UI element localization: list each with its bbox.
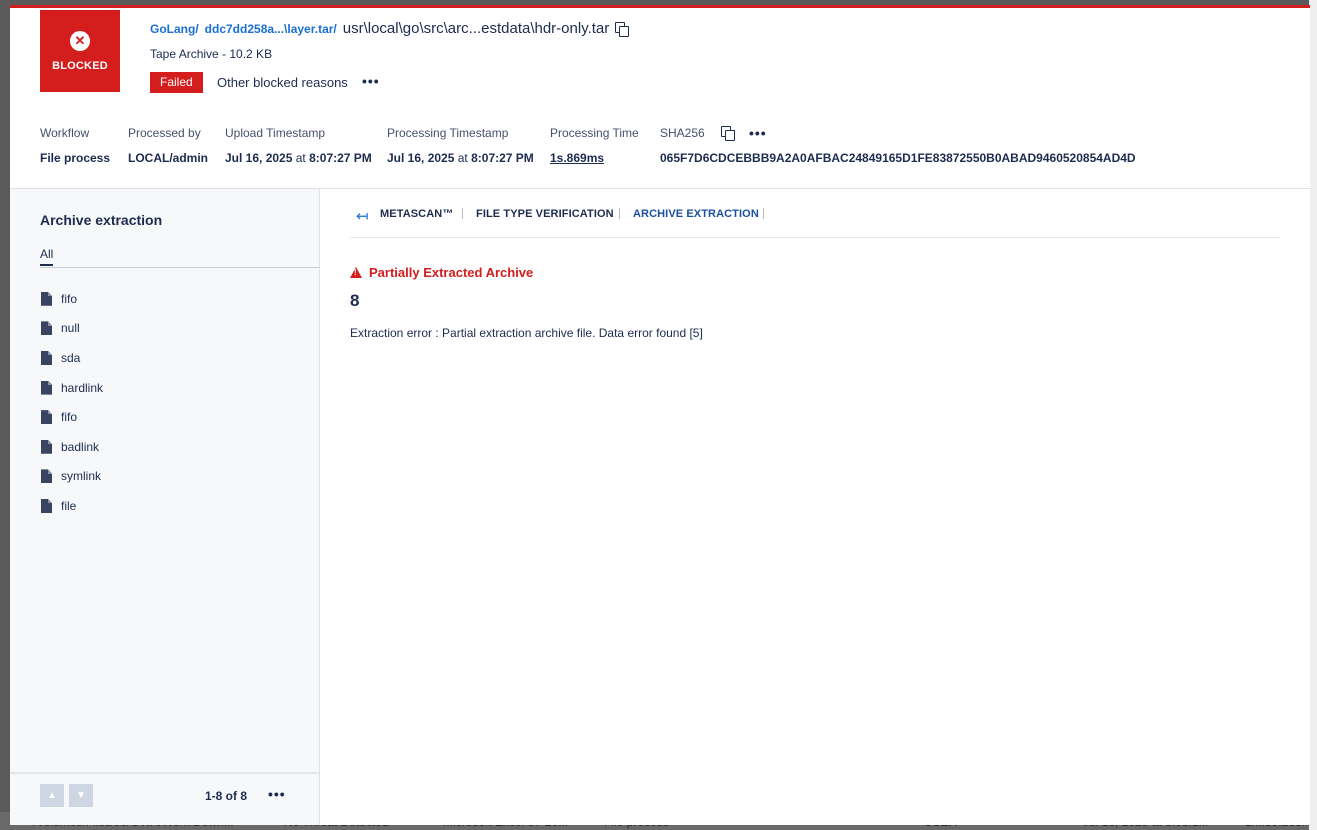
file-path-breadcrumb: GoLang/ ddc7dd258a...\layer.tar/ usr\loc… — [150, 20, 630, 37]
processing-time-label: Processing Time — [550, 126, 639, 140]
processed-by-value: LOCAL/admin — [128, 151, 208, 165]
tab-underline-divider — [40, 267, 319, 268]
upload-time: 8:07:27 PM — [309, 151, 372, 165]
file-icon — [41, 469, 52, 484]
file-list-item[interactable]: null — [41, 314, 103, 344]
file-list-item[interactable]: symlink — [41, 462, 103, 492]
file-detail-modal: ✕ BLOCKED GoLang/ ddc7dd258a...\layer.ta… — [10, 5, 1310, 825]
file-icon — [41, 410, 52, 425]
warning-triangle-icon — [350, 267, 362, 278]
file-item-label: file — [61, 498, 77, 513]
processing-timestamp-value: Jul 16, 2025 at 8:07:27 PM — [387, 151, 534, 165]
more-horizontal-icon[interactable]: ••• — [268, 787, 286, 801]
file-list-item[interactable]: fifo — [41, 284, 103, 314]
file-icon — [41, 291, 52, 306]
breadcrumb-link-golang[interactable]: GoLang/ — [150, 22, 199, 36]
tab-separator — [763, 208, 764, 219]
file-list-item[interactable]: badlink — [41, 432, 103, 462]
workflow-label: Workflow — [40, 126, 90, 140]
pagination-bar: ▲ ▼ 1-8 of 8 ••• — [10, 772, 319, 825]
file-item-label: badlink — [61, 439, 100, 454]
back-arrow-icon[interactable]: ↤ — [356, 207, 369, 225]
file-item-label: hardlink — [61, 380, 104, 395]
more-horizontal-icon[interactable]: ••• — [362, 74, 380, 88]
extracted-file-list: fifo null sda hardlink fifo badlink syml… — [41, 284, 103, 521]
meta-upload-timestamp: Upload Timestamp Jul 16, 2025 at 8:07:27… — [225, 126, 372, 165]
file-item-label: null — [61, 321, 80, 336]
partial-extraction-alert: Partially Extracted Archive — [350, 265, 533, 280]
extracted-count: 8 — [350, 291, 360, 310]
tab-metascan[interactable]: METASCAN™ — [380, 208, 453, 220]
chevron-down-icon[interactable]: ▼ — [69, 784, 93, 807]
pagination-count: 1-8 of 8 — [205, 789, 248, 803]
meta-processed-by: Processed by LOCAL/admin — [128, 126, 208, 165]
more-horizontal-icon[interactable]: ••• — [749, 126, 767, 140]
meta-workflow: Workflow File process — [40, 126, 110, 165]
copy-icon[interactable] — [721, 126, 735, 141]
file-item-label: sda — [61, 350, 81, 365]
blocked-status-label: BLOCKED — [52, 59, 108, 72]
blocked-status-tile: ✕ BLOCKED — [40, 10, 120, 92]
file-icon — [41, 439, 52, 454]
tab-archive-extraction[interactable]: ARCHIVE EXTRACTION — [633, 208, 759, 220]
alert-title-text: Partially Extracted Archive — [369, 265, 534, 280]
file-icon — [41, 380, 52, 395]
breadcrumb-link-layer[interactable]: ddc7dd258a...\layer.tar/ — [205, 22, 337, 36]
chevron-up-icon[interactable]: ▲ — [40, 784, 64, 807]
blocked-reason-text: Other blocked reasons — [217, 75, 348, 90]
processing-date: Jul 16, 2025 — [387, 151, 455, 165]
panel-title: Archive extraction — [40, 212, 163, 228]
upload-timestamp-label: Upload Timestamp — [225, 126, 326, 140]
sha256-value: 065F7D6CDCEBBB9A2A0AFBAC24849165D1FE8387… — [660, 151, 1136, 165]
file-name: usr\local\go\src\arc...estdata\hdr-only.… — [342, 20, 610, 37]
background-page-edge — [1309, 0, 1317, 830]
processed-by-label: Processed by — [128, 126, 201, 140]
processing-timestamp-label: Processing Timestamp — [387, 126, 509, 140]
tab-all[interactable]: All — [40, 247, 54, 266]
copy-icon[interactable] — [615, 21, 630, 37]
processing-time-link[interactable]: 1s.869ms — [550, 151, 639, 165]
upload-date: Jul 16, 2025 — [225, 151, 293, 165]
tab-separator — [462, 208, 463, 219]
meta-processing-timestamp: Processing Timestamp Jul 16, 2025 at 8:0… — [387, 126, 534, 165]
engine-tabs: ↤ METASCAN™ FILE TYPE VERIFICATION ARCHI… — [350, 205, 1280, 238]
extraction-error-text: Extraction error : Partial extraction ar… — [350, 326, 703, 340]
tab-file-type-verification[interactable]: FILE TYPE VERIFICATION — [476, 208, 614, 220]
processing-at: at — [457, 151, 468, 165]
upload-timestamp-value: Jul 16, 2025 at 8:07:27 PM — [225, 151, 372, 165]
file-icon — [41, 321, 52, 336]
processing-time-of-day: 8:07:27 PM — [471, 151, 534, 165]
upload-at: at — [295, 151, 306, 165]
workflow-value: File process — [40, 151, 111, 165]
result-badge: Failed — [150, 72, 203, 93]
file-icon — [41, 498, 52, 513]
file-list-item[interactable]: sda — [41, 343, 103, 373]
file-type-size: Tape Archive - 10.2 KB — [150, 47, 273, 61]
file-item-label: fifo — [61, 291, 78, 306]
file-list-item[interactable]: fifo — [41, 402, 103, 432]
tab-separator — [619, 208, 620, 219]
meta-processing-time: Processing Time 1s.869ms — [550, 126, 639, 165]
file-item-label: fifo — [61, 410, 78, 425]
x-circle-icon: ✕ — [70, 30, 90, 51]
archive-extraction-panel: Archive extraction All fifo null sda har… — [10, 189, 320, 825]
file-icon — [41, 350, 52, 365]
file-list-item[interactable]: hardlink — [41, 373, 103, 403]
file-item-label: symlink — [61, 469, 102, 484]
sha256-actions: ••• — [715, 126, 767, 141]
file-list-item[interactable]: file — [41, 491, 103, 521]
